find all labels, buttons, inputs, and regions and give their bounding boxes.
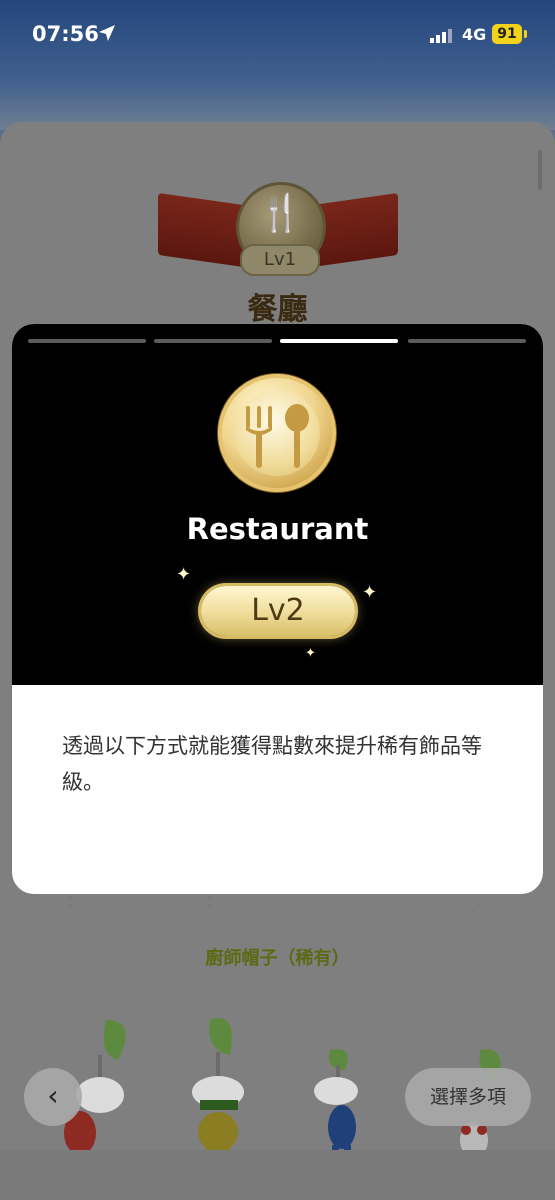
cutlery-icon: 🍴: [258, 193, 303, 234]
level-modal: Restaurant ✦ ✦ ✦ Lv2 透過以下方式就能獲得點數來提升稀有飾品…: [12, 324, 543, 894]
fork-icon: [246, 406, 272, 468]
background-level-pill: Lv1: [240, 244, 320, 276]
scroll-indicator: [538, 150, 542, 190]
modal-header: Restaurant ✦ ✦ ✦ Lv2: [12, 324, 543, 685]
select-multiple-button[interactable]: 選擇多項: [405, 1068, 531, 1126]
sparkle-icon: ✦: [305, 646, 316, 661]
status-bar: 07:56 4G 91: [0, 0, 555, 70]
category-title: Restaurant: [186, 512, 369, 546]
restaurant-medal: [218, 374, 336, 492]
location-arrow-icon: [99, 25, 115, 41]
level-description: 透過以下方式就能獲得點數來提升稀有飾品等級。: [62, 734, 482, 794]
item-title: 廚師帽子（稀有）: [205, 948, 350, 969]
divider-mark: ⁚: [478, 895, 482, 909]
progress-segment-3: [280, 339, 398, 343]
sparkle-icon: ✦: [362, 582, 378, 603]
progress-segment-1: [28, 339, 146, 343]
sparkle-icon: ✦: [176, 564, 192, 585]
level-badge: Lv2: [201, 586, 355, 636]
clock: 07:56: [32, 22, 99, 46]
divider-mark: ⁚: [208, 895, 212, 909]
spoon-icon: [285, 404, 309, 468]
battery-tip: [524, 30, 527, 38]
background-title: 餐廳: [247, 292, 308, 327]
divider-mark: ⁚: [68, 895, 72, 909]
network-type: 4G: [462, 25, 487, 44]
progress-segment-2: [154, 339, 272, 343]
bottom-band: [0, 1150, 555, 1200]
battery-indicator: 91: [492, 24, 522, 44]
signal-icon: [430, 29, 452, 43]
back-button[interactable]: ‹: [24, 1068, 82, 1126]
progress-segment-4: [408, 339, 526, 343]
chevron-left-icon: ‹: [47, 1079, 59, 1112]
